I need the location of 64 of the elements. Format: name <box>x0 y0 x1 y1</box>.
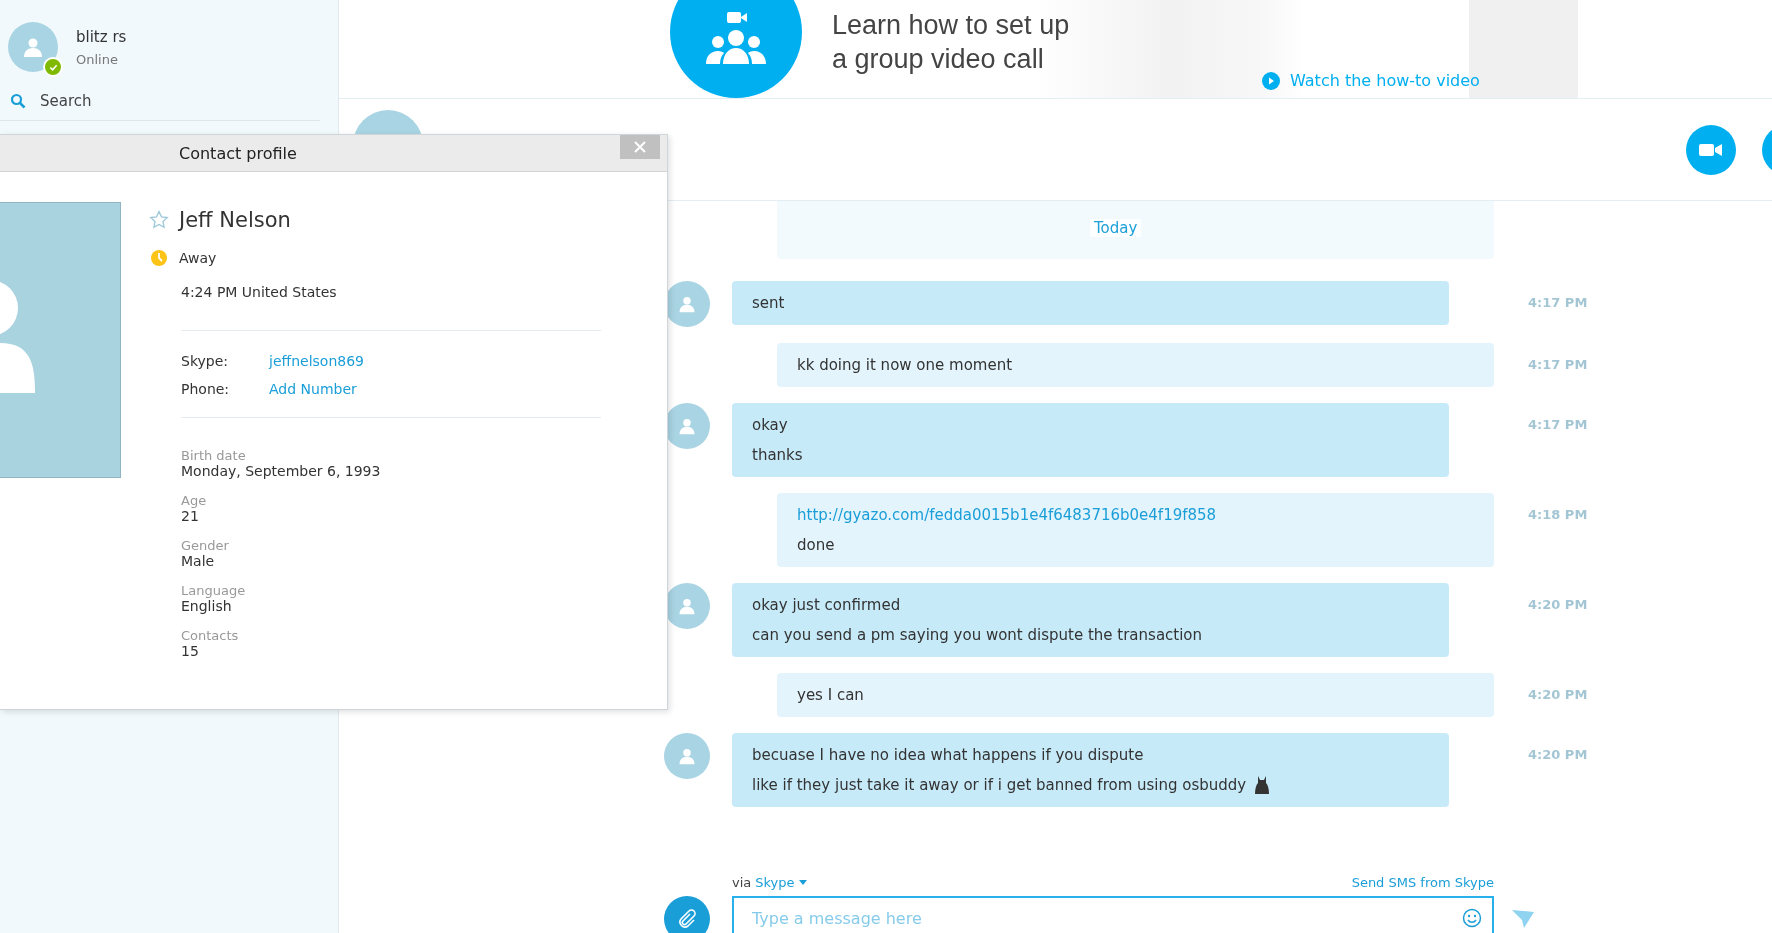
message-text: kk doing it now one moment <box>797 355 1014 376</box>
detail-value: 21 <box>181 508 200 524</box>
person-icon <box>677 294 697 314</box>
send-icon[interactable] <box>1512 910 1534 928</box>
message-link[interactable]: http://gyazo.com/fedda0015b1e4f6483716b0e4f19f858 <box>797 500 1474 530</box>
field-label: Skype: <box>181 353 229 369</box>
message-text: thanks <box>752 445 804 466</box>
caret-icon <box>798 880 807 885</box>
sms-link[interactable]: Send SMS from Skype <box>1351 875 1494 890</box>
message-text: like if they just take it away or if i get banned from using osbuddy <box>752 775 1247 796</box>
dialog-title: Contact profile <box>179 143 297 163</box>
person-icon <box>677 416 697 436</box>
search-icon <box>10 93 26 109</box>
service-dropdown[interactable]: Skype <box>755 875 807 890</box>
message-text: yes I can <box>797 685 865 706</box>
detail-value: 15 <box>181 643 200 659</box>
promo-headline: a group video call <box>832 43 1045 76</box>
message-time: 4:20 PM <box>1528 746 1588 764</box>
message-text: sent <box>752 293 786 314</box>
message-field[interactable]: Type a message here <box>732 896 1494 933</box>
promo-headline: Learn how to set up <box>832 9 1071 42</box>
close-icon <box>634 141 646 153</box>
message-text: done <box>797 535 836 556</box>
message-time: 4:17 PM <box>1528 356 1588 374</box>
via-label: via <box>732 875 752 890</box>
smiley-icon[interactable] <box>1462 908 1482 928</box>
local-time: 4:24 PM United States <box>181 284 338 300</box>
contact-name: Jeff Nelson <box>179 208 291 232</box>
video-link[interactable]: Watch the how-to video <box>1290 71 1480 90</box>
contact-status: Away <box>179 250 217 266</box>
detail-label: Age <box>181 493 208 508</box>
close-button[interactable] <box>620 135 660 159</box>
message-text: okay just confirmed <box>752 595 902 616</box>
sender-avatar[interactable] <box>664 733 710 779</box>
detail-label: Birth date <box>181 448 247 463</box>
detail-label: Gender <box>181 538 230 553</box>
paperclip-icon <box>677 909 697 929</box>
search-field[interactable]: Search <box>0 80 320 121</box>
field-link[interactable]: jeffnelson869 <box>269 353 364 369</box>
user-name: blitz rs <box>76 27 127 46</box>
favorite-star-icon[interactable] <box>149 210 169 230</box>
user-status: Online <box>76 51 119 67</box>
user-avatar[interactable] <box>8 22 58 72</box>
message-time: 4:20 PM <box>1528 596 1588 614</box>
field-label: Phone: <box>181 381 231 397</box>
message-text: okay <box>752 415 789 436</box>
video-call-button[interactable] <box>1686 124 1736 175</box>
message-time: 4:18 PM <box>1528 506 1588 524</box>
detail-label: Contacts <box>181 628 240 643</box>
message-text: can you send a pm saying you wont dispute the transaction <box>752 625 1204 646</box>
detail-label: Language <box>181 583 247 598</box>
person-icon <box>677 746 697 766</box>
video-camera-icon <box>1699 141 1723 158</box>
field-link[interactable]: Add Number <box>269 381 357 397</box>
attach-button[interactable] <box>664 896 710 933</box>
detail-value: English <box>181 598 233 614</box>
person-icon <box>677 596 697 616</box>
detail-value: Monday, September 6, 1993 <box>181 463 382 479</box>
message-text: becuase I have no idea what happens if you dispute <box>752 745 1145 766</box>
detail-value: Male <box>181 553 216 569</box>
message-time: 4:17 PM <box>1528 294 1588 312</box>
message-time: 4:20 PM <box>1528 686 1588 704</box>
message-time: 4:17 PM <box>1528 416 1588 434</box>
play-icon <box>1262 72 1280 90</box>
